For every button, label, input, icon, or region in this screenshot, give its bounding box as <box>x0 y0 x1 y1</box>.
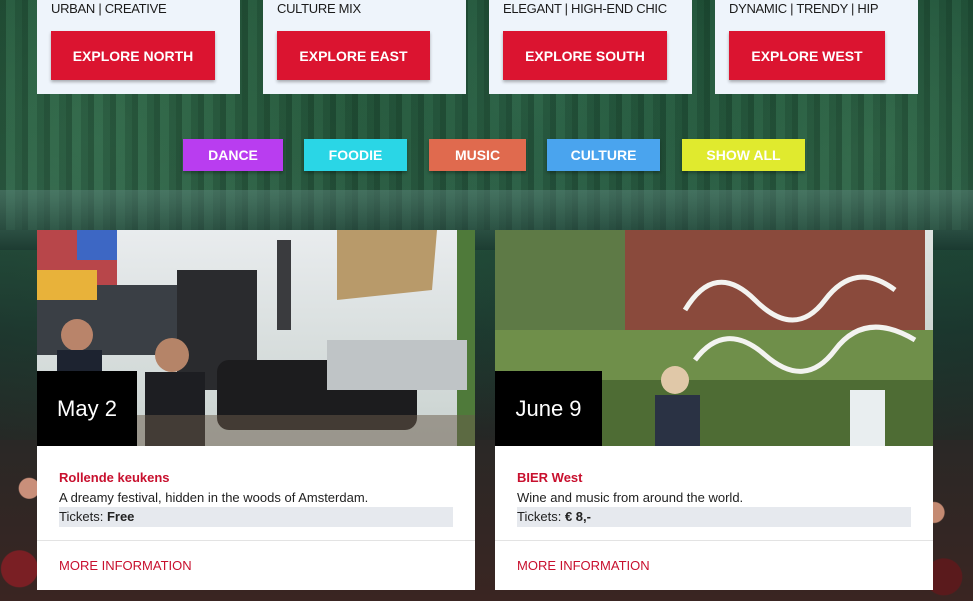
event-description: Wine and music from around the world. <box>517 490 744 505</box>
explore-east-button[interactable]: EXPLORE EAST <box>277 31 430 80</box>
tickets-price: € 8,- <box>564 509 591 524</box>
explore-south-button[interactable]: EXPLORE SOUTH <box>503 31 667 80</box>
event-date: June 9 <box>495 371 602 446</box>
event-card: June 9 BIER West Wine and music from aro… <box>495 230 933 590</box>
more-information-link[interactable]: MORE INFORMATION <box>517 558 650 573</box>
region-card-west: DYNAMIC | TRENDY | HIP EXPLORE WEST <box>715 0 918 94</box>
more-information-link[interactable]: MORE INFORMATION <box>59 558 192 573</box>
event-title: BIER West <box>517 470 583 485</box>
explore-north-button[interactable]: EXPLORE NORTH <box>51 31 215 80</box>
region-card-east: CULTURE MIX EXPLORE EAST <box>263 0 466 94</box>
region-tagline: URBAN | CREATIVE <box>51 1 167 16</box>
event-card: May 2 Rollende keukens A dreamy festival… <box>37 230 475 590</box>
divider <box>495 540 933 541</box>
region-card-south: ELEGANT | HIGH-END CHIC EXPLORE SOUTH <box>489 0 692 94</box>
region-tagline: ELEGANT | HIGH-END CHIC <box>503 1 667 16</box>
divider <box>37 540 475 541</box>
event-tickets: Tickets: Free <box>59 507 453 527</box>
region-card-north: URBAN | CREATIVE EXPLORE NORTH <box>37 0 240 94</box>
event-date: May 2 <box>37 371 137 446</box>
filter-music-button[interactable]: MUSIC <box>429 139 526 171</box>
tickets-price: Free <box>106 509 135 524</box>
region-cards: URBAN | CREATIVE EXPLORE NORTH CULTURE M… <box>37 0 918 94</box>
filter-show-all-button[interactable]: SHOW ALL <box>682 139 805 171</box>
category-filters: DANCE FOODIE MUSIC CULTURE SHOW ALL <box>0 139 973 171</box>
region-tagline: DYNAMIC | TRENDY | HIP <box>729 1 879 16</box>
filter-culture-button[interactable]: CULTURE <box>547 139 660 171</box>
region-tagline: CULTURE MIX <box>277 1 361 16</box>
filter-dance-button[interactable]: DANCE <box>183 139 283 171</box>
event-title: Rollende keukens <box>59 470 170 485</box>
tickets-label: Tickets: <box>59 509 104 524</box>
filter-foodie-button[interactable]: FOODIE <box>304 139 407 171</box>
tickets-label: Tickets: <box>517 509 562 524</box>
event-description: A dreamy festival, hidden in the woods o… <box>59 490 369 505</box>
explore-west-button[interactable]: EXPLORE WEST <box>729 31 885 80</box>
event-tickets: Tickets: € 8,- <box>517 507 911 527</box>
